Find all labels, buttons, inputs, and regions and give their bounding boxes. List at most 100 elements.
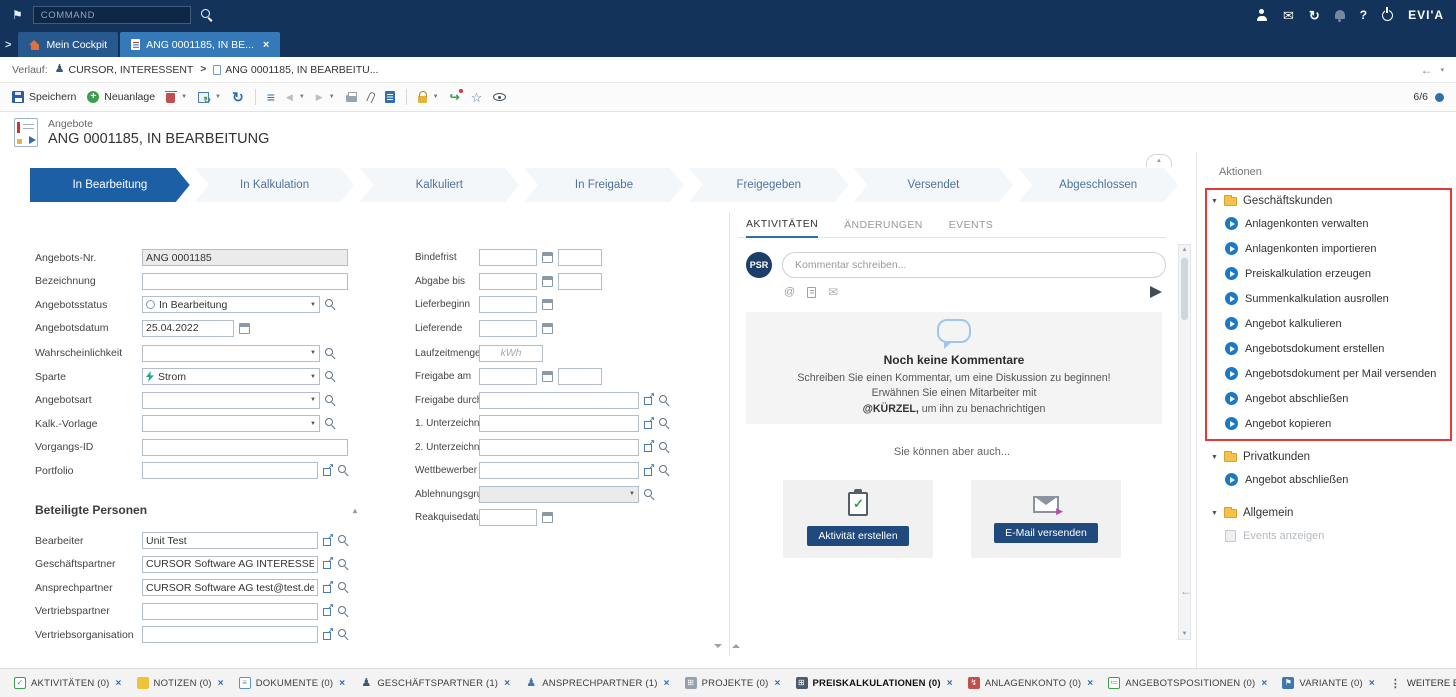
close-tab-icon[interactable]: × <box>1261 678 1267 689</box>
dropdown-caret-icon[interactable]: ▼ <box>306 302 316 308</box>
field-input-lieferbeginn[interactable] <box>479 296 537 313</box>
expand-sidebar-icon[interactable]: > <box>5 39 11 51</box>
dropdown-caret-icon[interactable]: ▼ <box>306 397 316 403</box>
comment-input[interactable] <box>782 252 1166 278</box>
close-tab-icon[interactable]: × <box>774 678 780 689</box>
calendar-icon[interactable] <box>542 252 553 263</box>
next-caret-icon[interactable]: ▼ <box>329 94 335 100</box>
search-icon[interactable] <box>659 418 670 429</box>
close-tab-icon[interactable]: × <box>218 678 224 689</box>
notifications-icon[interactable] <box>1335 10 1345 19</box>
attachment-button[interactable] <box>368 92 374 103</box>
bottom-tab-ansprechpartner-1[interactable]: ♟ANSPRECHPARTNER (1)× <box>525 677 669 689</box>
expand-caret-icon[interactable]: ▼ <box>1211 198 1218 205</box>
scroll-down-icon[interactable]: ▼ <box>1179 629 1190 639</box>
stage-versendet[interactable]: Versendet <box>854 168 1014 202</box>
close-tab-icon[interactable]: × <box>664 678 670 689</box>
window-tab-mein-cockpit[interactable]: Mein Cockpit <box>18 32 118 57</box>
field-input-reakquisedatum[interactable] <box>479 509 537 526</box>
field-input-ansprechpartner[interactable] <box>142 579 318 596</box>
action-group-header[interactable]: ▼Allgemein <box>1211 503 1446 523</box>
action-item-anlagenkonten-importieren[interactable]: Anlagenkonten importieren <box>1211 236 1446 261</box>
field-input-bindefrist[interactable] <box>479 249 537 266</box>
scrollbar-thumb[interactable] <box>1181 258 1188 320</box>
action-item-angebot-abschlie-en[interactable]: Angebot abschließen <box>1211 467 1446 492</box>
field-input-bearbeiter[interactable] <box>142 532 318 549</box>
bottom-tab-dokumente-0[interactable]: ≡DOKUMENTE (0)× <box>239 677 346 689</box>
section-header[interactable]: Beteiligte Personen ▴ <box>35 503 357 517</box>
mention-icon[interactable]: @ <box>784 286 795 298</box>
field-input-vertriebspartner[interactable] <box>142 603 318 620</box>
calendar-icon[interactable] <box>239 323 250 334</box>
open-record-icon[interactable] <box>323 536 333 546</box>
open-record-icon[interactable] <box>644 466 654 476</box>
field-input-laufzeitmenge[interactable] <box>479 345 543 362</box>
scroll-up-icon[interactable]: ▲ <box>1179 245 1190 255</box>
action-item-angebotsdokument-erstellen[interactable]: Angebotsdokument erstellen <box>1211 336 1446 361</box>
send-icon[interactable] <box>1150 286 1162 298</box>
favorite-button[interactable]: ☆ <box>471 91 483 104</box>
vertical-scrollbar[interactable]: ▲ ▼ <box>1178 244 1191 640</box>
command-box[interactable] <box>33 6 191 24</box>
print-button[interactable] <box>346 92 357 102</box>
search-icon[interactable] <box>659 395 670 406</box>
field-input-wettbewerber[interactable] <box>479 462 639 479</box>
tab-aktivit-ten[interactable]: AKTIVITÄTEN <box>746 212 818 238</box>
search-icon[interactable] <box>325 299 336 310</box>
sync-icon[interactable]: ↻ <box>1309 9 1320 22</box>
expand-caret-icon[interactable]: ▼ <box>1211 454 1218 461</box>
bottom-tab-anlagenkonto-0[interactable]: ↯ANLAGENKONTO (0)× <box>968 677 1094 689</box>
breadcrumb-item[interactable]: ♟CURSOR, INTERESSENT <box>55 64 194 76</box>
bottom-tab-projekte-0[interactable]: ⊞PROJEKTE (0)× <box>685 677 781 689</box>
calendar-icon[interactable] <box>542 371 553 382</box>
stage-in-kalkulation[interactable]: In Kalkulation <box>195 168 355 202</box>
open-record-icon[interactable] <box>323 559 333 569</box>
search-icon[interactable] <box>325 395 336 406</box>
tab-events[interactable]: EVENTS <box>949 212 993 238</box>
bottom-tab-angebotspositionen-0[interactable]: ≔ANGEBOTSPOSITIONEN (0)× <box>1108 677 1267 689</box>
field-input-vorgangs-id[interactable] <box>142 439 348 456</box>
bottom-tab-preiskalkulationen-0[interactable]: ⊞PREISKALKULATIONEN (0)× <box>796 677 953 689</box>
search-icon[interactable] <box>325 371 336 382</box>
search-icon[interactable] <box>338 465 349 476</box>
save-button[interactable]: Speichern <box>12 91 76 103</box>
field-input-secondary-bindefrist[interactable] <box>558 249 602 266</box>
field-input-vertriebsorganisation[interactable] <box>142 626 318 643</box>
lock-button[interactable]: ▼ <box>418 92 439 103</box>
delete-button[interactable]: ▼ <box>166 91 187 103</box>
open-record-icon[interactable] <box>323 630 333 640</box>
collapse-up-icon[interactable] <box>732 644 740 648</box>
bottom-tab-variante-0[interactable]: ⚑VARIANTE (0)× <box>1282 677 1375 689</box>
bottom-tab-notizen-0[interactable]: NOTIZEN (0)× <box>137 677 224 689</box>
dropdown-caret-icon[interactable]: ▼ <box>306 374 316 380</box>
close-tab-icon[interactable]: × <box>339 678 345 689</box>
lock-caret-icon[interactable]: ▼ <box>433 94 439 100</box>
action-item-angebot-kopieren[interactable]: Angebot kopieren <box>1211 411 1446 436</box>
field-input-secondary-freigabe-am[interactable] <box>558 368 602 385</box>
close-tab-icon[interactable]: × <box>947 678 953 689</box>
stage-freigegeben[interactable]: Freigegeben <box>689 168 849 202</box>
field-input-freigabe-am[interactable] <box>479 368 537 385</box>
dropdown-field[interactable]: ▼ <box>142 345 320 362</box>
history-caret-icon[interactable]: ▾ <box>1440 66 1444 74</box>
action-item-angebot-kalkulieren[interactable]: Angebot kalkulieren <box>1211 311 1446 336</box>
note-icon[interactable] <box>807 287 816 298</box>
command-input[interactable] <box>34 10 190 21</box>
close-tab-icon[interactable]: × <box>504 678 510 689</box>
watch-button[interactable] <box>493 93 506 101</box>
search-icon[interactable] <box>659 442 670 453</box>
list-view-button[interactable]: ≡ <box>267 90 275 104</box>
calendar-icon[interactable] <box>542 512 553 523</box>
open-record-icon[interactable] <box>323 466 333 476</box>
mail-icon[interactable]: ✉ <box>1283 9 1294 22</box>
collapse-panel-icon[interactable]: ← <box>1180 584 1192 598</box>
stage-in-bearbeitung[interactable]: In Bearbeitung <box>30 168 190 202</box>
dropdown-caret-icon[interactable]: ▼ <box>306 350 316 356</box>
panel-resize-handles[interactable] <box>714 644 740 648</box>
refresh-button[interactable]: ↻ <box>232 90 244 104</box>
field-input-2-unterzeichner[interactable] <box>479 439 639 456</box>
action-group-header[interactable]: ▼Geschäftskunden <box>1211 191 1446 211</box>
dropdown-field[interactable]: ▼ <box>142 392 320 409</box>
close-tab-icon[interactable]: × <box>263 39 269 51</box>
field-input-angebotsdatum[interactable] <box>142 320 234 337</box>
